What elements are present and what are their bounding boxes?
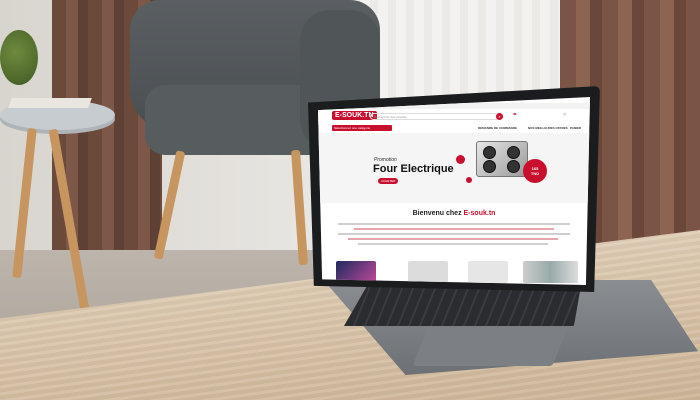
website-header: E-SOUK.TN Rechercher des produits ⌕ ☎ 🛒: [318, 109, 590, 125]
welcome-heading: Bienvenu chez E-souk.tn: [318, 210, 590, 217]
welcome-brand: E-souk.tn: [463, 210, 496, 217]
product-thumb[interactable]: [336, 261, 376, 283]
burner: [483, 146, 496, 159]
welcome-prefix: Bienvenu chez: [412, 210, 464, 217]
book: [8, 98, 92, 108]
website-nav: Sélectionnez une catégorie DEMANDE DE CO…: [318, 125, 590, 131]
search-input[interactable]: Rechercher des produits: [370, 113, 500, 120]
text-line: [348, 238, 558, 240]
laptop-keyboard: [344, 286, 590, 326]
category-button[interactable]: Sélectionnez une catégorie: [332, 125, 392, 131]
plant: [0, 30, 38, 85]
electric-oven-image: [476, 141, 528, 177]
nav-link-offres[interactable]: NOS MEILLEURES OFFRES: [528, 126, 568, 130]
banner-title: Four Electrique: [373, 163, 454, 175]
photo-scene: E-SOUK.TN Rechercher des produits ⌕ ☎ 🛒 …: [0, 0, 700, 400]
price-currency: TND: [530, 171, 540, 176]
nav-link-demande[interactable]: DEMANDE DE COMMANDE: [478, 126, 517, 130]
nav-link-panier[interactable]: PANIER: [570, 126, 581, 130]
product-thumb[interactable]: [468, 261, 508, 283]
text-line: [354, 228, 554, 230]
cart-icon[interactable]: 🛒: [563, 112, 567, 116]
burner: [483, 160, 496, 173]
decor-dot: [466, 177, 472, 183]
burner: [507, 160, 520, 173]
burner: [507, 146, 520, 159]
product-thumb[interactable]: [523, 261, 578, 283]
decor-dot: [456, 155, 465, 164]
phone-icon: ☎: [513, 112, 517, 116]
laptop-trackpad: [412, 328, 568, 366]
text-line: [338, 223, 570, 225]
laptop-screen: E-SOUK.TN Rechercher des produits ⌕ ☎ 🛒 …: [318, 97, 590, 285]
buy-button[interactable]: ACHETER: [378, 178, 399, 184]
search-icon[interactable]: ⌕: [496, 113, 503, 120]
product-thumb[interactable]: [408, 261, 448, 283]
text-line: [338, 233, 570, 235]
promo-banner[interactable]: Promotion Four Electrique ACHETER 165 TN…: [318, 133, 590, 203]
price-badge: 165 TND: [523, 159, 547, 183]
text-line: [358, 243, 548, 245]
